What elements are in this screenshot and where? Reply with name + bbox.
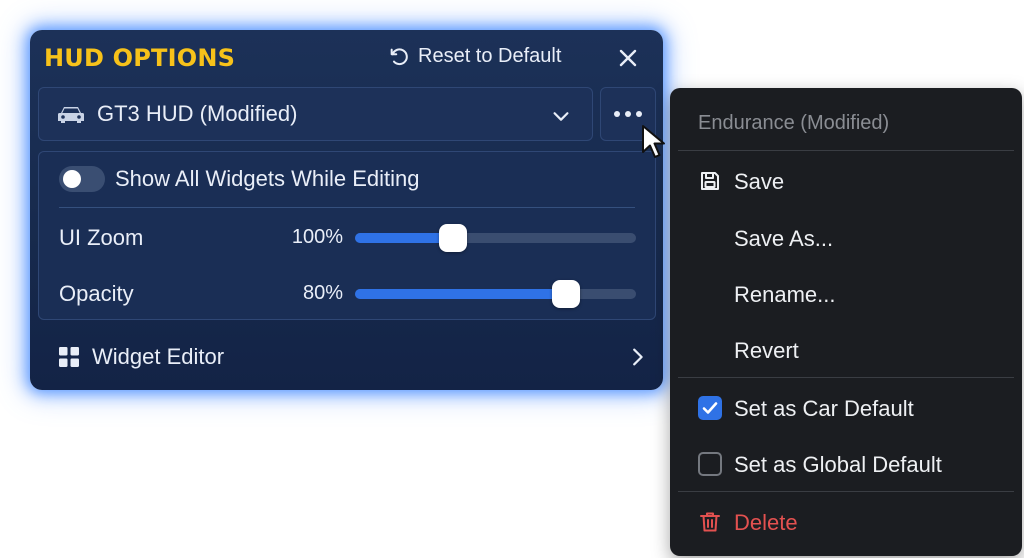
menu-item-set-car-default[interactable]: Set as Car Default	[670, 384, 1022, 432]
checkbox-unchecked-icon[interactable]	[698, 452, 722, 476]
toggle-label: Show All Widgets While Editing	[115, 166, 420, 191]
menu-item-label: Save	[734, 169, 785, 194]
widget-editor-label: Widget Editor	[92, 344, 225, 369]
reset-icon	[390, 47, 408, 65]
menu-divider	[678, 377, 1014, 378]
menu-item-label: Set as Global Default	[734, 452, 942, 477]
menu-item-label: Set as Car Default	[734, 396, 914, 421]
opacity-slider-thumb[interactable]	[551, 280, 580, 308]
ellipsis-icon	[614, 111, 642, 117]
trash-icon	[700, 512, 720, 532]
show-all-widgets-toggle[interactable]	[59, 166, 105, 192]
menu-item-label: Delete	[734, 510, 798, 535]
menu-item-label: Save As...	[734, 226, 834, 251]
checkbox-checked-icon[interactable]	[698, 396, 722, 420]
opacity-label: Opacity	[59, 281, 134, 306]
ui-zoom-label: UI Zoom	[59, 225, 144, 250]
opacity-row: Opacity 80%	[59, 273, 637, 313]
menu-item-set-global-default[interactable]: Set as Global Default	[670, 440, 1022, 488]
hud-options-panel: HUD OPTIONS Reset to Default GT3 HUD (Mo…	[30, 30, 663, 390]
menu-item-label: Rename...	[734, 282, 836, 307]
ui-zoom-slider[interactable]	[355, 224, 636, 252]
opacity-slider[interactable]	[355, 280, 636, 308]
menu-item-revert[interactable]: Revert	[670, 326, 1022, 374]
chevron-down-icon	[553, 112, 569, 121]
settings-divider	[59, 207, 635, 208]
preset-label: GT3 HUD (Modified)	[97, 101, 298, 126]
toggle-knob	[63, 170, 81, 188]
opacity-value: 80%	[302, 282, 343, 304]
ui-zoom-slider-thumb[interactable]	[439, 224, 468, 252]
mouse-pointer-icon	[642, 125, 665, 158]
opacity-slider-fill	[355, 289, 566, 299]
close-button[interactable]	[616, 46, 640, 70]
reset-to-default-button[interactable]: Reset to Default	[388, 45, 561, 68]
car-icon	[58, 107, 84, 123]
menu-item-label: Revert	[734, 338, 799, 363]
menu-item-save-as[interactable]: Save As...	[670, 214, 1022, 262]
ui-zoom-row: UI Zoom 100%	[59, 217, 637, 257]
reset-label: Reset to Default	[418, 45, 562, 67]
menu-header: Endurance (Modified)	[698, 112, 890, 134]
ui-zoom-value: 100%	[291, 226, 343, 248]
menu-divider	[678, 491, 1014, 492]
grid-icon	[59, 347, 79, 367]
floppy-disk-icon	[701, 172, 719, 190]
menu-item-rename[interactable]: Rename...	[670, 270, 1022, 318]
menu-item-delete[interactable]: Delete	[670, 498, 1022, 546]
chevron-right-icon	[633, 348, 643, 366]
preset-options-menu: Endurance (Modified) Save Save As... Ren…	[670, 88, 1022, 556]
panel-title: HUD OPTIONS	[44, 44, 236, 72]
show-all-widgets-toggle-row[interactable]: Show All Widgets While Editing	[59, 166, 419, 192]
widget-editor-button[interactable]: Widget Editor	[38, 334, 656, 380]
menu-item-save[interactable]: Save	[670, 157, 1022, 205]
close-icon	[619, 49, 637, 67]
settings-box: Show All Widgets While Editing UI Zoom 1…	[38, 151, 656, 320]
menu-divider	[678, 150, 1014, 151]
preset-select[interactable]: GT3 HUD (Modified)	[38, 87, 593, 141]
